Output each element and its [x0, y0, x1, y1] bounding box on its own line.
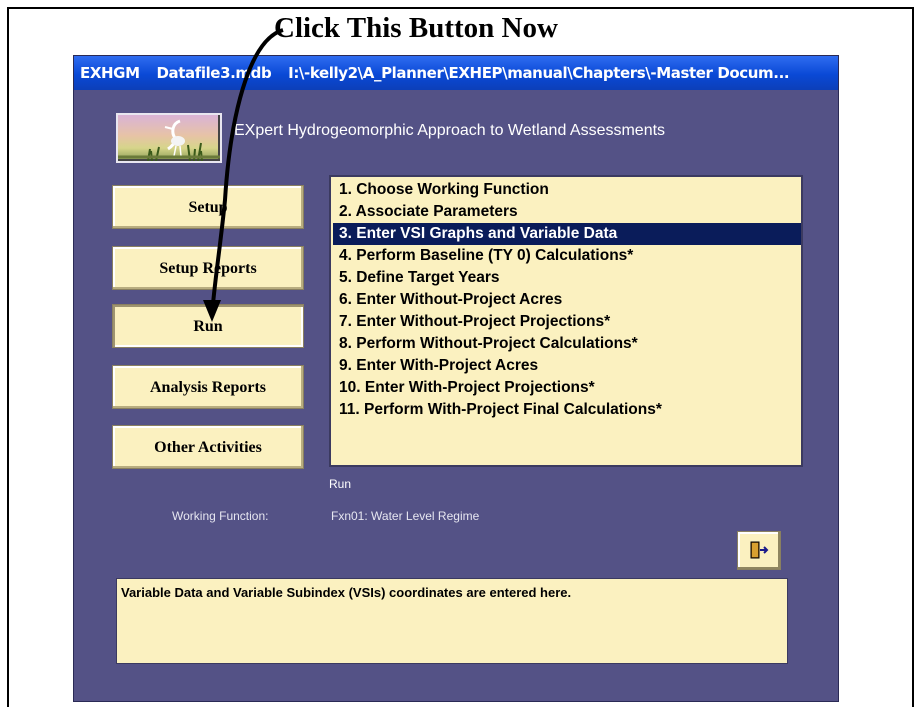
instruction-annotation: Click This Button Now	[274, 12, 558, 44]
other-activities-button[interactable]: Other Activities	[112, 425, 304, 469]
task-item[interactable]: 7. Enter Without-Project Projections*	[333, 311, 801, 333]
task-item[interactable]: 11. Perform With-Project Final Calculati…	[333, 399, 801, 421]
app-title: EXpert Hydrogeomorphic Approach to Wetla…	[234, 122, 666, 139]
description-box: Variable Data and Variable Subindex (VSI…	[116, 578, 788, 664]
setup-reports-button[interactable]: Setup Reports	[112, 246, 304, 290]
titlebar-datafile: Datafile3.mdb	[156, 64, 272, 82]
exit-door-icon	[750, 541, 769, 559]
task-item-selected[interactable]: 3. Enter VSI Graphs and Variable Data	[333, 223, 801, 245]
task-item[interactable]: 10. Enter With-Project Projections*	[333, 377, 801, 399]
setup-button[interactable]: Setup	[112, 185, 304, 229]
titlebar-app-name: EXHGM	[80, 64, 140, 82]
analysis-reports-button[interactable]: Analysis Reports	[112, 365, 304, 409]
window-titlebar[interactable]: EXHGM Datafile3.mdb I:\-kelly2\A_Planner…	[74, 56, 838, 90]
status-text: Run	[329, 477, 352, 491]
task-item[interactable]: 5. Define Target Years	[333, 267, 801, 289]
task-item[interactable]: 1. Choose Working Function	[333, 179, 801, 201]
exit-button[interactable]	[737, 531, 781, 570]
working-function-value: Fxn01: Water Level Regime	[331, 509, 480, 523]
working-function-label: Working Function:	[172, 509, 269, 523]
run-button[interactable]: Run	[112, 304, 304, 348]
task-list[interactable]: 1. Choose Working Function 2. Associate …	[329, 175, 803, 467]
app-window: EXHGM Datafile3.mdb I:\-kelly2\A_Planner…	[73, 55, 839, 702]
task-item[interactable]: 6. Enter Without-Project Acres	[333, 289, 801, 311]
task-item[interactable]: 9. Enter With-Project Acres	[333, 355, 801, 377]
task-item[interactable]: 8. Perform Without-Project Calculations*	[333, 333, 801, 355]
task-item[interactable]: 2. Associate Parameters	[333, 201, 801, 223]
heron-logo-icon	[116, 113, 222, 163]
titlebar-path: I:\-kelly2\A_Planner\EXHEP\manual\Chapte…	[288, 64, 790, 82]
task-item[interactable]: 4. Perform Baseline (TY 0) Calculations*	[333, 245, 801, 267]
